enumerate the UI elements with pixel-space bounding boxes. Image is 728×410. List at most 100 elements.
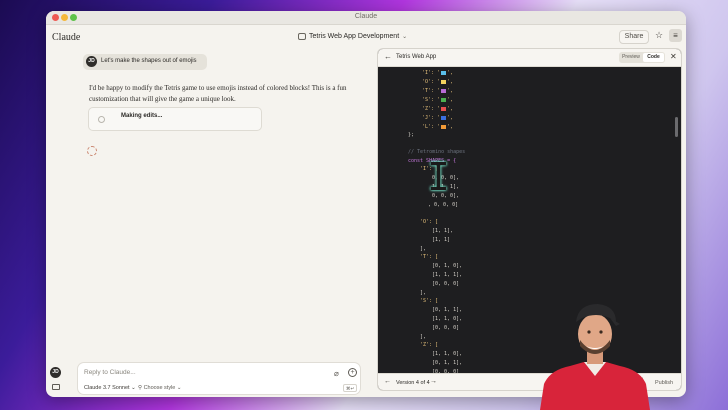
next-version-icon[interactable]: → (430, 378, 437, 385)
code-line: [0, 0, 0] (432, 324, 459, 333)
tab-preview[interactable]: Preview (620, 53, 642, 62)
conversation-title-button[interactable]: Tetris Web App Development ⌄ (298, 33, 407, 40)
publish-button[interactable]: Publish (655, 380, 673, 386)
code-text: [1, 1, 1], (432, 272, 463, 278)
version-label: Version 4 of 4 (396, 380, 430, 386)
code-text: ', (447, 97, 454, 103)
code-line: 'L': ' ', (422, 123, 453, 132)
code-text: [0, 1, 1], (432, 307, 463, 313)
star-icon[interactable]: ☆ (655, 30, 663, 41)
code-text: ], (420, 334, 427, 340)
color-swatch-icon (441, 79, 447, 84)
loading-icon (98, 116, 105, 123)
avatar: JD (86, 56, 97, 67)
view-toggle: Preview Code (619, 52, 665, 63)
artifact-header: ← Tetris Web App Preview Code ✕ (378, 49, 681, 67)
app-name: Claude (52, 32, 81, 43)
code-text: 'Z': ' (422, 106, 441, 112)
code-line: [1, 1, 0], (432, 315, 462, 324)
share-button[interactable]: Share (619, 30, 649, 44)
code-text: ', (447, 124, 454, 130)
sidebar-avatar[interactable]: JD (50, 367, 61, 378)
thinking-icon (87, 146, 97, 156)
style-label: Choose style (143, 385, 176, 391)
code-line: 'O': [ (420, 218, 438, 227)
window-titlebar: Claude (46, 11, 686, 25)
back-arrow-icon[interactable]: ← (384, 52, 392, 61)
code-text: ', (447, 115, 454, 121)
code-text: 'I': ' (422, 70, 441, 76)
chevron-down-icon: ⌄ (402, 34, 408, 40)
sidebar-toggle-icon[interactable] (52, 384, 60, 390)
color-swatch-icon (441, 115, 447, 120)
chat-icon (298, 33, 306, 40)
code-text: 'O': [ (420, 219, 439, 225)
code-line: [1, 1] (432, 236, 450, 245)
paperclip-icon[interactable]: ⌀ (334, 369, 339, 378)
code-line: 'T': ' ', (422, 87, 453, 96)
code-line: 'Z': [ (420, 341, 438, 350)
code-text: 'Z': [ (420, 342, 439, 348)
code-line: 'I': ' ', (422, 69, 453, 78)
code-text: ], (420, 290, 427, 296)
code-text: 'T': [ (420, 254, 439, 260)
user-message-text: Let's make the shapes out of emojis (101, 58, 197, 64)
code-text: 'S': ' (422, 97, 441, 103)
color-swatch-icon (441, 97, 447, 102)
code-line: 'T': [ (420, 253, 438, 262)
code-text: [0, 0, 0] (432, 325, 460, 331)
code-text: 'L': ' (422, 124, 441, 130)
style-selector[interactable]: ⚲ Choose style ⌄ (138, 385, 182, 391)
code-text: 'J': ' (422, 115, 441, 121)
code-text: }; (408, 132, 415, 138)
reply-input[interactable] (84, 366, 304, 378)
color-swatch-icon (441, 106, 447, 111)
artifact-title: Tetris Web App (396, 54, 437, 60)
color-swatch-icon (441, 124, 447, 129)
conversation-title: Tetris Web App Development (309, 33, 400, 40)
code-text: 'O': ' (422, 79, 441, 85)
close-icon[interactable]: ✕ (670, 52, 677, 61)
scrollbar[interactable] (675, 117, 678, 137)
code-text: [1, 1, 0], (432, 316, 463, 322)
code-text: [1, 1], (432, 228, 454, 234)
code-line: 'S': ' ', (422, 96, 453, 105)
code-line: [0, 0, 0] (432, 280, 459, 289)
code-line: [1, 1, 0], (432, 350, 462, 359)
code-line: 'Z': ' ', (422, 105, 453, 114)
code-text: ], (420, 246, 427, 252)
sliders-icon[interactable]: ≡ (669, 29, 682, 42)
code-text: , 0, 0, 0] (428, 202, 459, 208)
code-text: ', (447, 106, 454, 112)
artifact-edit-card[interactable]: Making edits... (88, 107, 262, 131)
code-text: 'T': ' (422, 88, 441, 94)
code-text: [0, 0, 0] (432, 281, 460, 287)
code-line: [0, 1, 0], (432, 262, 462, 271)
color-swatch-icon (441, 70, 447, 75)
code-text: ', (447, 70, 454, 76)
model-label: Claude 3.7 Sonnet (84, 385, 130, 391)
code-line: 'O': ' ', (422, 78, 453, 87)
previous-version-icon[interactable]: ← (384, 378, 391, 385)
code-text: ', (447, 88, 454, 94)
code-text: ', (447, 79, 454, 85)
code-text: [1, 1, 0], (432, 351, 463, 357)
tab-code[interactable]: Code (643, 53, 664, 62)
code-line: [1, 1, 1], (432, 271, 462, 280)
send-shortcut-hint: ⌘↵ (343, 384, 358, 392)
plus-icon[interactable]: + (348, 368, 357, 377)
edit-status: Making edits... (121, 113, 163, 119)
code-line: [0, 1, 1], (432, 306, 462, 315)
code-line: }; (408, 131, 414, 140)
code-text: [1, 1] (432, 237, 451, 243)
code-line: [0, 1, 1], (432, 359, 462, 368)
code-text: 'S': [ (420, 298, 439, 304)
window-title: Claude (354, 13, 378, 20)
model-selector[interactable]: Claude 3.7 Sonnet ⌄ (84, 385, 136, 391)
code-line: 'J': ' ', (422, 114, 453, 123)
code-line: [1, 1], (432, 227, 453, 236)
presenter-webcam (540, 304, 650, 410)
color-swatch-icon (441, 88, 447, 93)
code-text: [0, 1, 1], (432, 360, 463, 366)
assistant-message: I'd be happy to modify the Tetris game t… (89, 84, 347, 103)
